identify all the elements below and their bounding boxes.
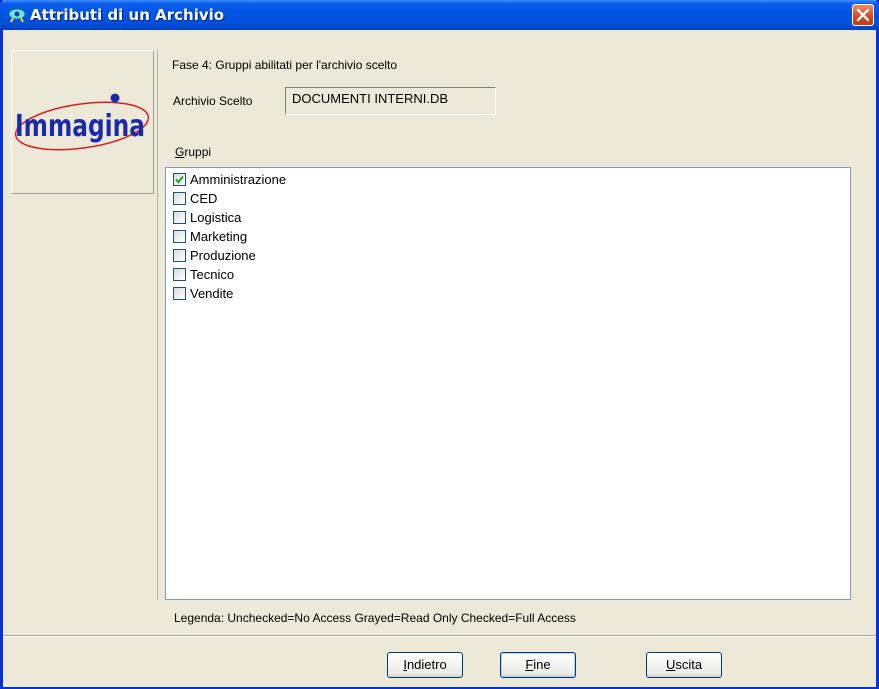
list-item[interactable]: Tecnico [173,265,850,284]
list-item-label: Marketing [190,229,248,244]
archive-field: DOCUMENTI INTERNI.DB [285,87,496,115]
window-title: Attributi di un Archivio [30,6,225,24]
groups-listbox[interactable]: Amministrazione CED Logistica Marketing … [165,167,851,600]
immagina-logo: Immagina [14,93,150,151]
list-item-label: Tecnico [190,267,235,282]
exit-button[interactable]: Uscita [646,652,722,678]
checkmark-icon [175,175,184,184]
step-title: Fase 4: Gruppi abilitati per l'archivio … [172,58,398,72]
list-item[interactable]: CED [173,189,850,208]
checkbox[interactable] [173,287,186,300]
close-icon [856,8,870,22]
list-item[interactable]: Produzione [173,246,850,265]
list-item-label: Logistica [190,210,242,225]
checkbox[interactable] [173,230,186,243]
checkbox[interactable] [173,249,186,262]
checkbox[interactable] [173,173,186,186]
groups-label-rest: ruppi [184,145,212,159]
divider [157,50,158,600]
list-item[interactable]: Vendite [173,284,850,303]
back-label-rest: ndietro [406,657,447,672]
finish-label-rest: ine [533,657,551,672]
title-bar[interactable]: Attributi di un Archivio [0,0,879,30]
checkbox[interactable] [173,192,186,205]
list-item-label: CED [190,191,218,206]
groups-mnemonic: G [175,145,185,159]
legend-text: Legenda: Unchecked=No Access Grayed=Read… [174,611,576,625]
list-item-label: Produzione [190,248,256,263]
finish-button[interactable]: Fine [500,652,576,678]
list-item-label: Amministrazione [190,172,287,187]
list-item[interactable]: Amministrazione [173,170,850,189]
app-icon [8,7,26,23]
exit-mnemonic: U [665,657,676,672]
logo-panel: Immagina [11,50,154,194]
checkbox[interactable] [173,211,186,224]
logo-text: Immagina [15,109,145,144]
back-button[interactable]: Indietro [387,652,463,678]
groups-label: Gruppi [175,145,211,159]
archive-label: Archivio Scelto [173,94,253,108]
list-item-label: Vendite [190,286,234,301]
list-item[interactable]: Logistica [173,208,850,227]
list-item[interactable]: Marketing [173,227,850,246]
close-button[interactable] [852,4,874,26]
exit-label-rest: scita [675,657,703,672]
checkbox[interactable] [173,268,186,281]
